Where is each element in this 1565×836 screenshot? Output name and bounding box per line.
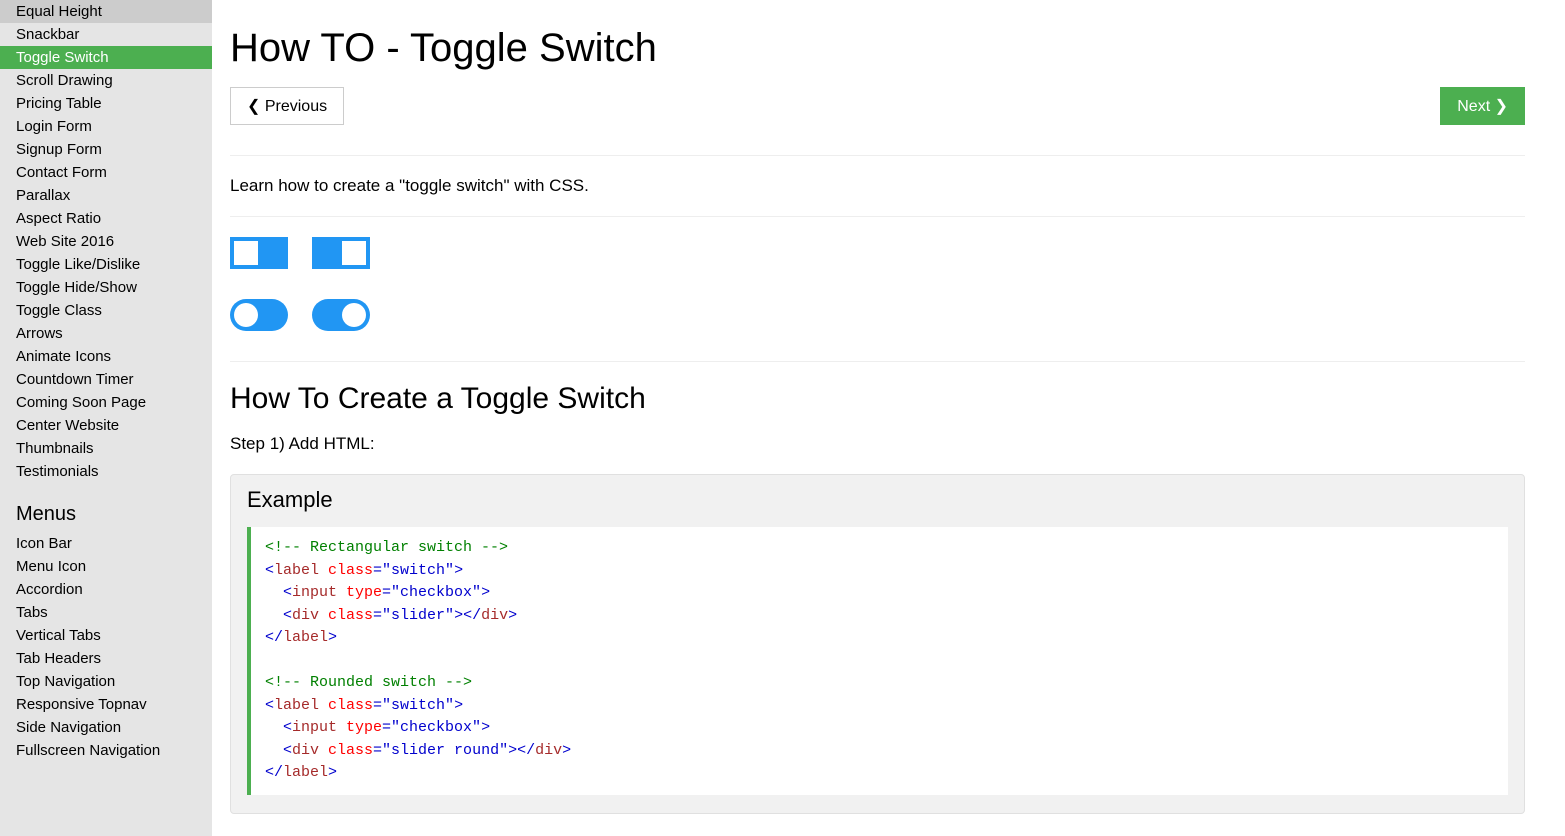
sidebar-item[interactable]: Countdown Timer: [0, 368, 212, 391]
code-block: <!-- Rectangular switch --> <label class…: [247, 527, 1508, 795]
toggle-switch-round-off[interactable]: [230, 299, 288, 331]
sidebar-item[interactable]: Animate Icons: [0, 345, 212, 368]
switch-knob: [342, 303, 366, 327]
switch-demo-row-round: [230, 299, 1525, 331]
sidebar-item[interactable]: Equal Height: [0, 0, 212, 23]
sidebar-item[interactable]: Toggle Switch: [0, 46, 212, 69]
next-button[interactable]: Next ❯: [1440, 87, 1525, 125]
sidebar-item[interactable]: Web Site 2016: [0, 230, 212, 253]
divider: [230, 155, 1525, 156]
sidebar-item[interactable]: Menu Icon: [0, 555, 212, 578]
previous-button[interactable]: ❮ Previous: [230, 87, 344, 125]
nav-buttons: ❮ Previous Next ❯: [230, 87, 1525, 125]
sidebar-item[interactable]: Contact Form: [0, 161, 212, 184]
sidebar-item[interactable]: Testimonials: [0, 460, 212, 483]
sidebar-item[interactable]: Signup Form: [0, 138, 212, 161]
sidebar-item[interactable]: Toggle Like/Dislike: [0, 253, 212, 276]
sidebar-item[interactable]: Arrows: [0, 322, 212, 345]
switch-knob: [234, 241, 258, 265]
switch-demo-row-square: [230, 237, 1525, 269]
example-heading: Example: [247, 487, 1508, 513]
sidebar-item[interactable]: Snackbar: [0, 23, 212, 46]
switch-knob: [342, 241, 366, 265]
sidebar: Equal HeightSnackbarToggle SwitchScroll …: [0, 0, 212, 836]
toggle-switch-square-on[interactable]: [312, 237, 370, 269]
sidebar-item[interactable]: Toggle Class: [0, 299, 212, 322]
sidebar-item[interactable]: Fullscreen Navigation: [0, 739, 212, 762]
section-title: How To Create a Toggle Switch: [230, 382, 1525, 416]
sidebar-item[interactable]: Coming Soon Page: [0, 391, 212, 414]
sidebar-item[interactable]: Aspect Ratio: [0, 207, 212, 230]
sidebar-item[interactable]: Parallax: [0, 184, 212, 207]
sidebar-item[interactable]: Pricing Table: [0, 92, 212, 115]
sidebar-item[interactable]: Login Form: [0, 115, 212, 138]
divider: [230, 361, 1525, 362]
sidebar-item[interactable]: Top Navigation: [0, 670, 212, 693]
step-text: Step 1) Add HTML:: [230, 434, 1525, 454]
page-title: How TO - Toggle Switch: [230, 26, 1525, 71]
switch-knob: [234, 303, 258, 327]
sidebar-item[interactable]: Icon Bar: [0, 532, 212, 555]
intro-text: Learn how to create a "toggle switch" wi…: [230, 176, 1525, 196]
sidebar-item[interactable]: Thumbnails: [0, 437, 212, 460]
sidebar-item[interactable]: Center Website: [0, 414, 212, 437]
sidebar-menus-heading: Menus: [0, 483, 212, 532]
sidebar-item[interactable]: Side Navigation: [0, 716, 212, 739]
sidebar-item[interactable]: Scroll Drawing: [0, 69, 212, 92]
sidebar-item[interactable]: Tab Headers: [0, 647, 212, 670]
example-box: Example <!-- Rectangular switch --> <lab…: [230, 474, 1525, 814]
sidebar-item[interactable]: Vertical Tabs: [0, 624, 212, 647]
divider: [230, 216, 1525, 217]
toggle-switch-round-on[interactable]: [312, 299, 370, 331]
sidebar-item[interactable]: Tabs: [0, 601, 212, 624]
main-content: How TO - Toggle Switch ❮ Previous Next ❯…: [212, 0, 1565, 836]
sidebar-item[interactable]: Toggle Hide/Show: [0, 276, 212, 299]
toggle-switch-square-off[interactable]: [230, 237, 288, 269]
sidebar-item[interactable]: Responsive Topnav: [0, 693, 212, 716]
sidebar-item[interactable]: Accordion: [0, 578, 212, 601]
